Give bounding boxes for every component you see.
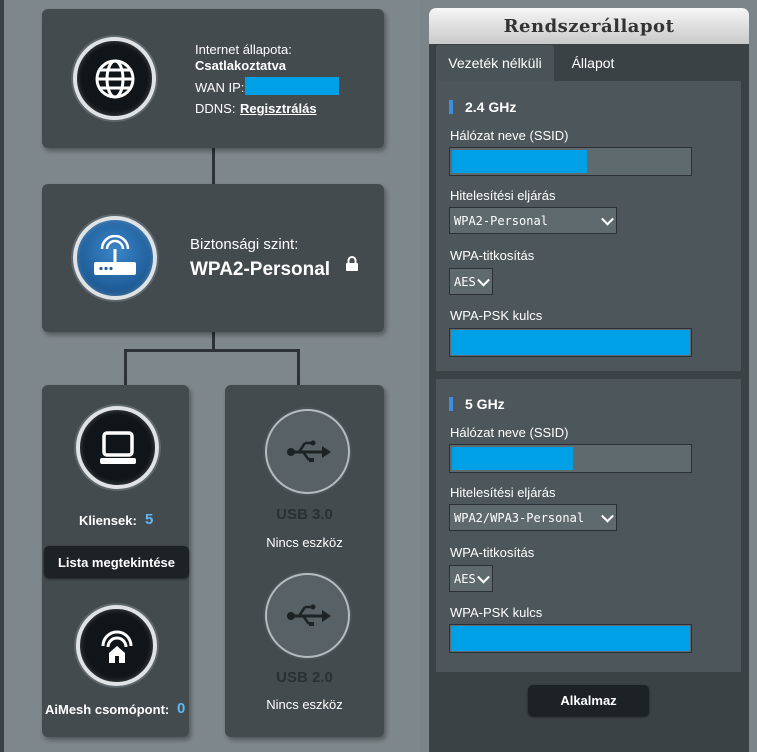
psk-redacted	[451, 330, 690, 355]
lock-icon	[345, 256, 359, 277]
apply-button[interactable]: Alkalmaz	[528, 685, 649, 716]
router-icon[interactable]	[73, 216, 157, 300]
ddns-register-link[interactable]: Regisztrálás	[240, 101, 317, 116]
auth-method-label: Hitelesítési eljárás	[450, 485, 556, 500]
security-level-label: Biztonsági szint:	[190, 236, 299, 253]
panel-title: Rendszerállapot	[429, 8, 749, 44]
usb-port-name: USB 2.0	[276, 669, 333, 686]
auth-method-select[interactable]: WPA2/WPA3-Personal	[449, 504, 617, 531]
connector-line	[124, 349, 300, 352]
chevron-down-icon	[477, 273, 490, 287]
computer-icon[interactable]	[76, 406, 159, 489]
globe-icon[interactable]	[73, 37, 156, 120]
tab-status[interactable]: Állapot	[556, 45, 630, 81]
psk-field[interactable]	[449, 624, 692, 653]
router-card[interactable]: Biztonsági szint: WPA2-Personal	[42, 184, 384, 332]
ssid-redacted	[452, 150, 587, 173]
aimesh-label: AiMesh csomópont:	[45, 702, 170, 717]
band-title: 5 GHz	[465, 396, 505, 412]
connector-line	[297, 349, 300, 386]
usb-icon[interactable]	[265, 409, 350, 494]
view-client-list-button[interactable]: Lista megtekintése	[44, 546, 189, 578]
usb-port-status: Nincs eszköz	[266, 697, 343, 712]
encryption-value: AES	[454, 571, 476, 586]
psk-field[interactable]	[449, 328, 692, 357]
wan-ip-redacted	[245, 77, 339, 95]
ssid-field[interactable]	[449, 444, 692, 473]
usb-port-name: USB 3.0	[276, 506, 333, 523]
aimesh-icon[interactable]	[76, 605, 157, 686]
chevron-down-icon	[601, 509, 614, 523]
auth-method-select[interactable]: WPA2-Personal	[449, 207, 617, 234]
wan-ip-label: WAN IP:	[195, 80, 245, 95]
auth-method-value: WPA2-Personal	[454, 213, 548, 228]
clients-label: Kliensek:	[79, 513, 137, 528]
psk-label: WPA-PSK kulcs	[450, 605, 543, 620]
psk-label: WPA-PSK kulcs	[450, 308, 543, 323]
encryption-label: WPA-titkosítás	[450, 545, 535, 560]
security-level-value: WPA2-Personal	[190, 259, 331, 280]
usb-port-status: Nincs eszköz	[266, 535, 343, 550]
section-marker	[449, 397, 453, 411]
chevron-down-icon	[601, 212, 614, 226]
connector-line	[212, 332, 215, 350]
ssid-field[interactable]	[449, 147, 692, 176]
ssid-redacted	[452, 447, 573, 470]
page-edge	[0, 0, 4, 752]
clients-count: 5	[145, 511, 154, 528]
internet-status-value: Csatlakoztatva	[195, 58, 287, 73]
internet-card[interactable]: Internet állapota: Csatlakoztatva WAN IP…	[42, 9, 384, 148]
ssid-label: Hálózat neve (SSID)	[450, 128, 569, 143]
usb-card[interactable]: USB 3.0 Nincs eszköz USB 2.0 Nincs eszkö…	[225, 385, 384, 737]
encryption-select[interactable]: AES	[449, 268, 493, 295]
tab-wireless[interactable]: Vezeték nélküli	[436, 45, 554, 81]
chevron-down-icon	[477, 570, 490, 584]
encryption-select[interactable]: AES	[449, 565, 493, 592]
encryption-label: WPA-titkosítás	[450, 248, 535, 263]
ssid-label: Hálózat neve (SSID)	[450, 425, 569, 440]
connector-line	[212, 148, 215, 184]
auth-method-label: Hitelesítési eljárás	[450, 188, 556, 203]
psk-redacted	[451, 626, 690, 651]
connector-line	[124, 349, 127, 386]
section-marker	[449, 100, 453, 114]
internet-status-label: Internet állapota:	[195, 42, 292, 57]
usb-icon[interactable]	[265, 573, 350, 658]
aimesh-count: 0	[177, 700, 186, 717]
encryption-value: AES	[454, 274, 476, 289]
auth-method-value: WPA2/WPA3-Personal	[454, 510, 585, 525]
band-title: 2.4 GHz	[465, 99, 517, 115]
ddns-label: DDNS:	[195, 101, 236, 116]
